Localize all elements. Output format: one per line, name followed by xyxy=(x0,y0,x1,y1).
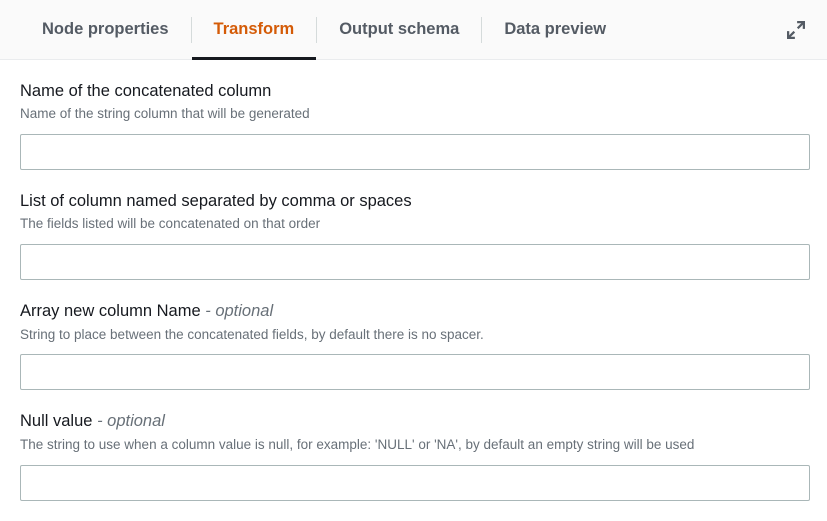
tab-node-properties[interactable]: Node properties xyxy=(20,0,191,59)
input-null-value[interactable] xyxy=(20,465,810,501)
tab-transform[interactable]: Transform xyxy=(192,0,317,59)
input-array-new-column-name[interactable] xyxy=(20,354,810,390)
tab-output-schema[interactable]: Output schema xyxy=(317,0,481,59)
field-label: List of column named separated by comma … xyxy=(20,190,807,212)
tab-data-preview[interactable]: Data preview xyxy=(482,0,628,59)
form: Name of the concatenated column Name of … xyxy=(0,60,827,521)
field-label: Array new column Name - optional xyxy=(20,300,807,322)
field-null-value: Null value - optional The string to use … xyxy=(20,410,807,500)
field-help: The string to use when a column value is… xyxy=(20,436,807,455)
field-label: Null value - optional xyxy=(20,410,807,432)
tab-bar: Node properties Transform Output schema … xyxy=(0,0,827,60)
field-help: String to place between the concatenated… xyxy=(20,326,807,345)
tabs: Node properties Transform Output schema … xyxy=(20,0,628,59)
field-label-text: Null value xyxy=(20,412,92,430)
field-label-text: Array new column Name xyxy=(20,302,201,320)
input-name-concatenated-column[interactable] xyxy=(20,134,810,170)
input-list-columns[interactable] xyxy=(20,244,810,280)
optional-tag: - optional xyxy=(97,412,165,430)
transform-panel: Node properties Transform Output schema … xyxy=(0,0,827,521)
optional-tag: - optional xyxy=(205,302,273,320)
field-help: Name of the string column that will be g… xyxy=(20,105,807,124)
expand-icon[interactable] xyxy=(785,19,807,41)
field-help: The fields listed will be concatenated o… xyxy=(20,215,807,234)
field-name-concatenated-column: Name of the concatenated column Name of … xyxy=(20,80,807,170)
field-label: Name of the concatenated column xyxy=(20,80,807,102)
field-list-columns: List of column named separated by comma … xyxy=(20,190,807,280)
field-array-new-column-name: Array new column Name - optional String … xyxy=(20,300,807,390)
